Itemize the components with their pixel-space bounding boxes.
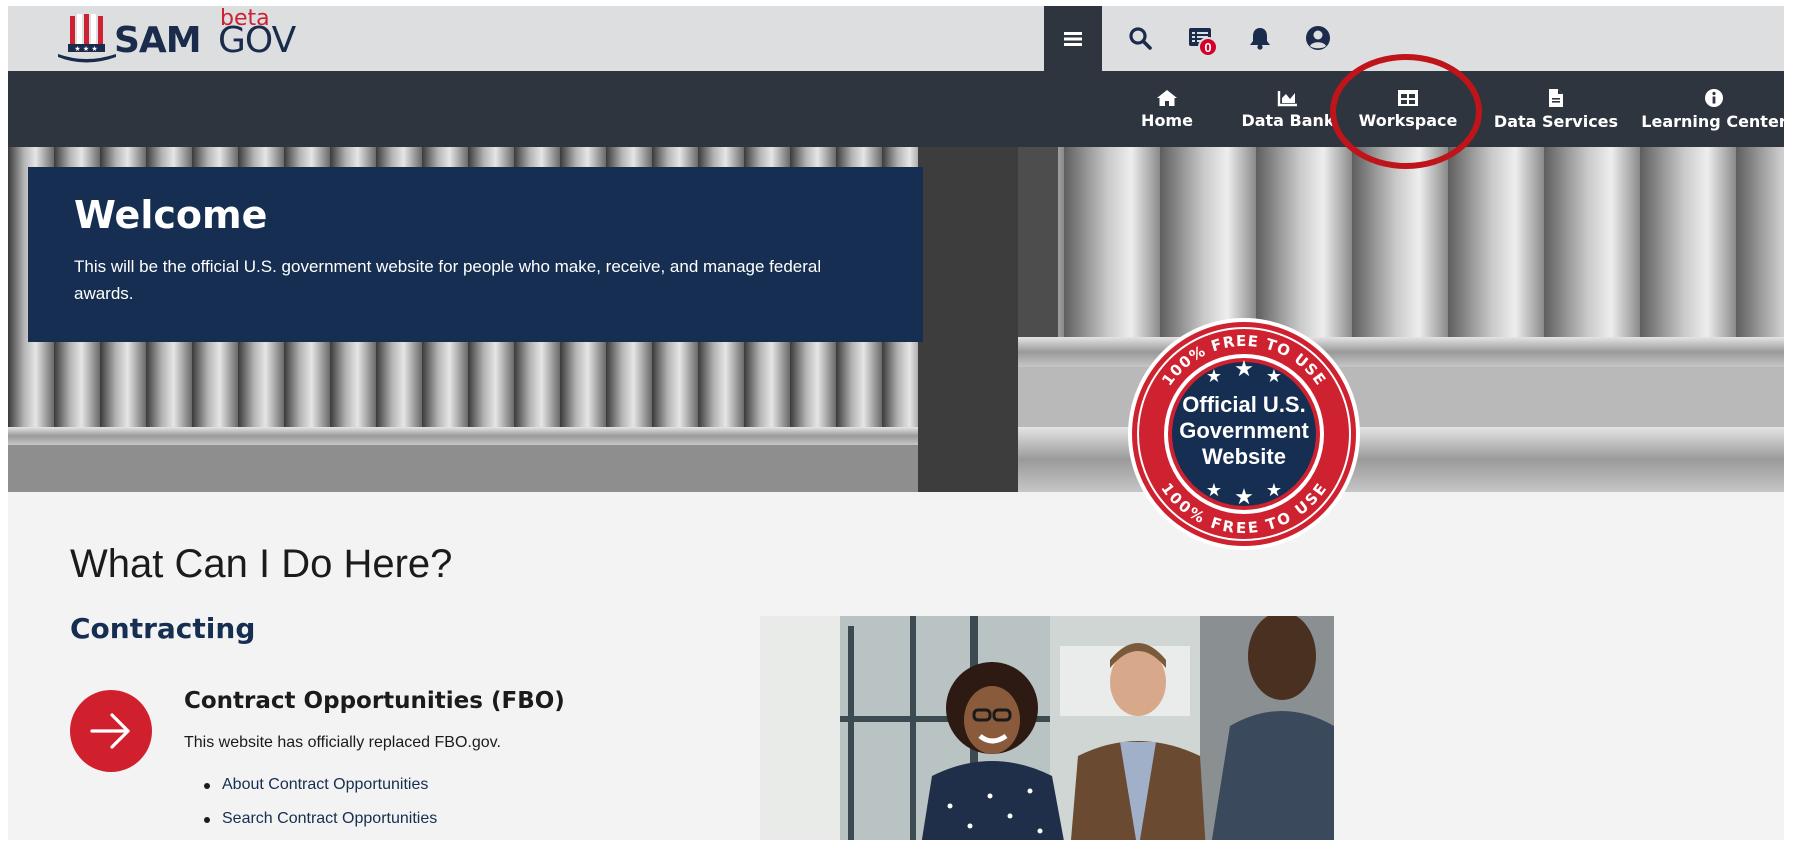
home-icon	[1157, 89, 1177, 106]
chart-icon	[1277, 90, 1297, 106]
seal-line-2: Government	[1179, 418, 1309, 443]
document-icon	[1549, 88, 1563, 107]
messages-count-badge: 0	[1198, 37, 1218, 57]
logo-suffix: GOV	[218, 20, 296, 61]
star-icon: ★	[1234, 485, 1254, 510]
hero-banner: Welcome This will be the official U.S. g…	[8, 147, 1784, 492]
main-navigation: Home Data Bank Workspace Data Services L…	[8, 71, 1784, 147]
nav-learning-center[interactable]: Learning Center	[1641, 71, 1784, 147]
welcome-text: This will be the official U.S. governmen…	[74, 257, 822, 303]
nav-home-label: Home	[1141, 110, 1193, 130]
section-heading: What Can I Do Here?	[70, 542, 453, 586]
seal-line-1: Official U.S.	[1182, 392, 1305, 417]
sam-gov-logo[interactable]: ★ ★ ★ SAM beta GOV	[58, 6, 318, 68]
menu-button[interactable]	[1044, 6, 1102, 71]
contract-opportunities-description: This website has officially replaced FBO…	[184, 734, 501, 751]
search-button[interactable]	[1122, 20, 1158, 56]
star-icon: ★	[1266, 480, 1282, 501]
notifications-button[interactable]	[1242, 20, 1278, 56]
nav-data-bank-label: Data Bank	[1241, 110, 1335, 130]
arrow-right-icon	[90, 713, 130, 749]
star-icon: ★	[1266, 366, 1282, 387]
logo-brand: SAM	[114, 20, 202, 61]
profile-button[interactable]	[1300, 20, 1336, 56]
contracting-heading: Contracting	[70, 612, 256, 645]
info-icon	[1705, 88, 1723, 107]
welcome-title: Welcome	[74, 193, 268, 237]
nav-data-services[interactable]: Data Services	[1488, 71, 1624, 147]
star-icon: ★	[1206, 366, 1222, 387]
contract-opportunities-arrow-button[interactable]	[70, 690, 152, 772]
top-header: ★ ★ ★ SAM beta GOV 0	[8, 6, 1784, 71]
link-about-contract-opportunities[interactable]: About Contract Opportunities	[204, 776, 437, 810]
browser-viewport: ★ ★ ★ SAM beta GOV 0 Home Data Bank Work…	[8, 6, 1784, 840]
business-people-photo	[760, 616, 1334, 840]
nav-data-services-label: Data Services	[1493, 111, 1619, 131]
star-icon: ★	[1234, 357, 1254, 382]
link-search-contract-opportunities[interactable]: Search Contract Opportunities	[204, 810, 437, 840]
hamburger-icon	[1064, 31, 1082, 46]
bell-icon	[1250, 28, 1270, 50]
workspace-highlight-circle	[1330, 54, 1482, 169]
search-icon	[1129, 27, 1152, 50]
official-government-seal: 100% FREE TO USE 100% FREE TO USE ★ ★ ★ …	[1128, 318, 1360, 550]
svg-text:★ ★ ★: ★ ★ ★	[74, 45, 97, 53]
contract-opportunities-links: About Contract Opportunities Search Cont…	[204, 776, 437, 840]
user-circle-icon	[1306, 26, 1330, 50]
nav-learning-center-label: Learning Center	[1641, 111, 1784, 131]
nav-data-bank[interactable]: Data Bank	[1236, 71, 1340, 147]
welcome-panel: Welcome This will be the official U.S. g…	[28, 167, 923, 342]
uncle-sam-hat-icon: ★ ★ ★	[58, 14, 116, 63]
star-icon: ★	[1206, 480, 1222, 501]
nav-home[interactable]: Home	[1130, 71, 1204, 147]
seal-line-3: Website	[1202, 444, 1286, 469]
messages-button[interactable]: 0	[1182, 20, 1218, 57]
contract-opportunities-title[interactable]: Contract Opportunities (FBO)	[184, 688, 565, 714]
